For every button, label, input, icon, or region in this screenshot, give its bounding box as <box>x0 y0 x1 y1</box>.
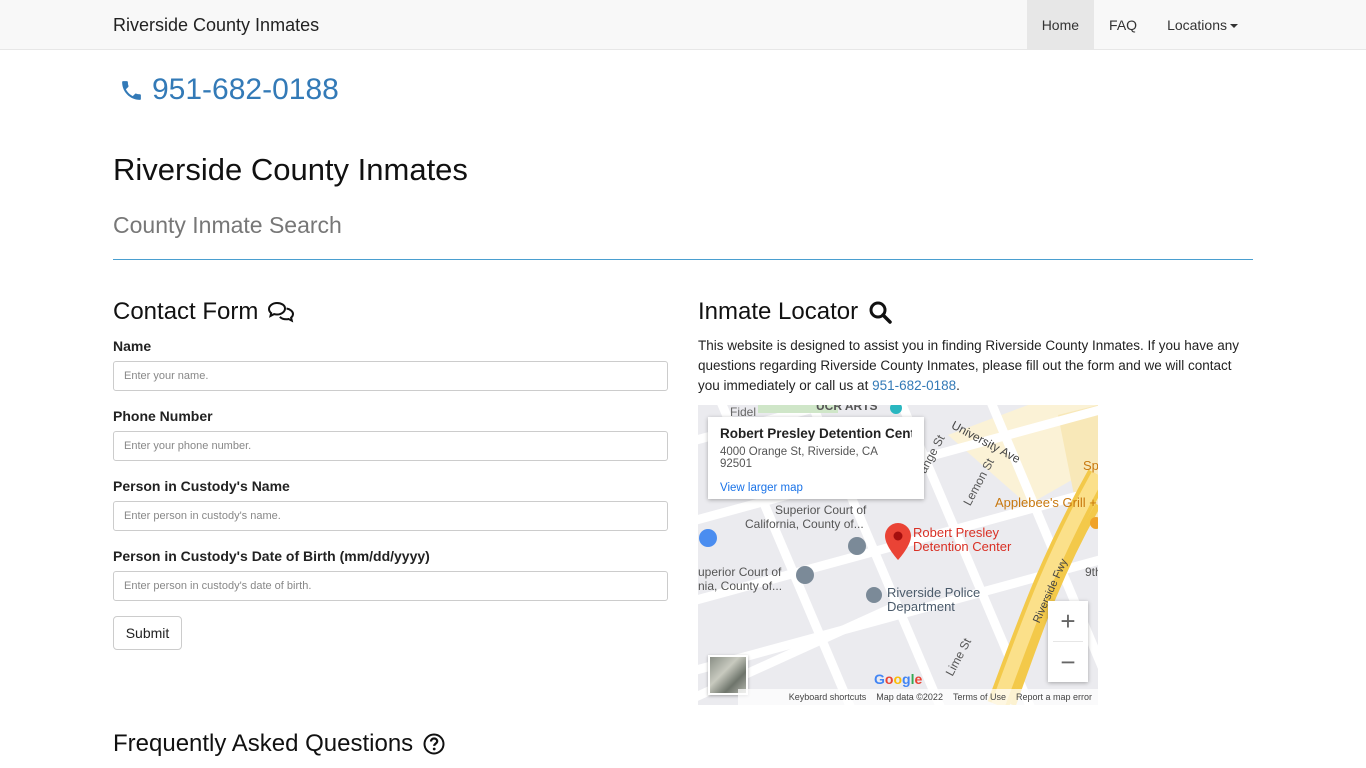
map-label-superior2: uperior Court of <box>698 565 782 579</box>
custody-name-input[interactable] <box>113 501 668 531</box>
map-label-superior2b: nia, County of... <box>698 579 783 593</box>
contact-form-heading: Contact Form <box>113 298 295 326</box>
locator-phone-link[interactable]: 951-682-0188 <box>872 378 956 393</box>
map-card-address: 4000 Orange St, Riverside, CA 92501 <box>720 446 878 470</box>
map-label-applebees: Applebee's Grill + <box>995 495 1097 510</box>
map-label-superior1: Superior Court of <box>775 503 867 517</box>
phone-link[interactable]: 951-682-0188 <box>119 70 339 110</box>
google-map[interactable]: UCR ARTS Fidel University Ave Lemon St a… <box>698 405 1098 705</box>
view-larger-map-link[interactable]: View larger map <box>720 482 912 494</box>
map-label-marker: Robert Presley <box>913 525 999 540</box>
locator-description-text: This website is designed to assist you i… <box>698 338 1240 393</box>
map-label-police2: Department <box>887 599 955 614</box>
phone-input[interactable] <box>113 431 668 461</box>
custody-dob-label: Person in Custody's Date of Birth (mm/dd… <box>113 548 430 564</box>
terms-link[interactable]: Terms of Use <box>953 692 1006 702</box>
search-icon <box>869 301 892 324</box>
custody-dob-input[interactable] <box>113 571 668 601</box>
nav-home-label: Home <box>1041 17 1080 33</box>
nav-faq[interactable]: FAQ <box>1094 0 1152 50</box>
navbar: Riverside County Inmates Home FAQ Locati… <box>0 0 1366 50</box>
faq-heading: Frequently Asked Questions <box>113 730 445 758</box>
nav-home[interactable]: Home <box>1026 0 1095 50</box>
comments-icon <box>268 301 295 323</box>
question-circle-icon <box>423 733 445 755</box>
brand-link[interactable]: Riverside County Inmates <box>113 15 319 36</box>
locator-description: This website is designed to assist you i… <box>698 336 1253 396</box>
phone-icon <box>122 80 141 100</box>
map-label-sp: Sp <box>1083 458 1098 473</box>
map-data-text: Map data ©2022 <box>876 692 943 702</box>
phone-label: Phone Number <box>113 408 213 424</box>
custody-name-label: Person in Custody's Name <box>113 478 290 494</box>
google-logo: Google <box>874 671 923 687</box>
map-zoom-controls: + − <box>1048 601 1088 682</box>
page-subtitle: County Inmate Search <box>113 212 342 238</box>
locator-description-end: . <box>956 378 960 393</box>
nav-menu: Home FAQ Locations <box>1026 0 1253 50</box>
keyboard-shortcuts-link[interactable]: Keyboard shortcuts <box>789 692 867 702</box>
report-error-link[interactable]: Report a map error <box>1016 692 1092 702</box>
contact-form-title: Contact Form <box>113 298 259 325</box>
name-input[interactable] <box>113 361 668 391</box>
nav-locations-label: Locations <box>1167 17 1227 33</box>
page-title: Riverside County Inmates <box>113 152 468 187</box>
map-info-card: Robert Presley Detention Cent... 4000 Or… <box>708 417 924 499</box>
zoom-out-button[interactable]: − <box>1048 642 1088 682</box>
map-label-ucr: UCR ARTS <box>816 405 878 413</box>
map-label-marker2: Detention Center <box>913 539 1012 554</box>
map-label-police: Riverside Police <box>887 585 981 600</box>
phone-number: 951-682-0188 <box>152 73 339 106</box>
map-footer: Keyboard shortcuts Map data ©2022 Terms … <box>738 689 1098 705</box>
divider <box>113 259 1253 260</box>
inmate-locator-heading: Inmate Locator <box>698 298 892 326</box>
inmate-locator-title: Inmate Locator <box>698 298 859 325</box>
name-label: Name <box>113 338 152 354</box>
submit-button[interactable]: Submit <box>113 616 182 650</box>
map-label-superior1b: California, County of... <box>745 517 864 531</box>
zoom-in-button[interactable]: + <box>1048 601 1088 641</box>
map-label-ninth: 9th <box>1085 565 1098 579</box>
map-card-title: Robert Presley Detention Cent... <box>720 426 912 441</box>
caret-down-icon <box>1230 24 1238 29</box>
nav-faq-label: FAQ <box>1109 17 1138 33</box>
faq-title: Frequently Asked Questions <box>113 730 414 757</box>
nav-locations-dropdown[interactable]: Locations <box>1152 0 1253 50</box>
